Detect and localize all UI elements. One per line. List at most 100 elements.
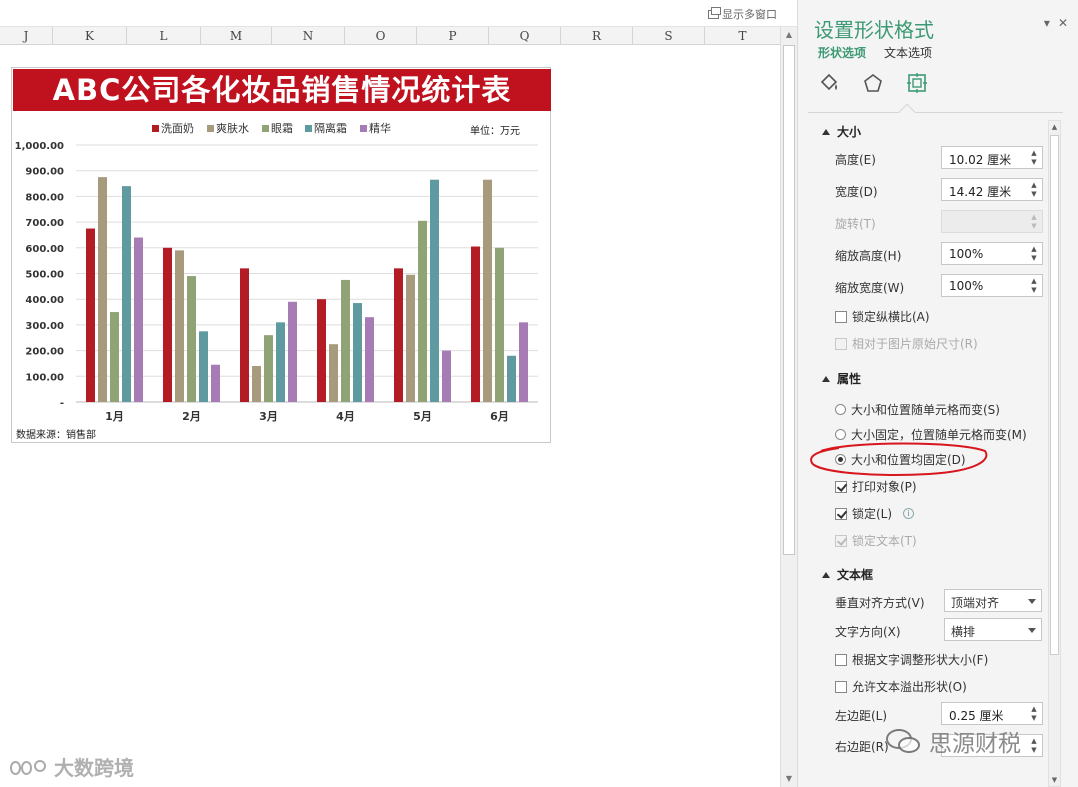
radio-dot[interactable] [835, 429, 846, 440]
y-tick-label: 200.00 [25, 347, 64, 358]
column-header-l[interactable]: L [127, 27, 201, 45]
spin-up-icon[interactable]: ▲ [1029, 149, 1039, 158]
spin-down-icon[interactable]: ▼ [1029, 158, 1039, 167]
size-section-header[interactable]: 大小 [822, 123, 861, 140]
bar [86, 228, 95, 402]
vertical-align-dropdown[interactable]: 顶端对齐 [944, 589, 1042, 612]
column-header-m[interactable]: M [201, 27, 272, 45]
column-header-q[interactable]: Q [489, 27, 561, 45]
bar [98, 177, 107, 402]
locked-checkbox[interactable]: 锁定(L) i [835, 505, 915, 522]
checkbox-box-checked[interactable] [835, 507, 847, 520]
column-header-o[interactable]: O [345, 27, 417, 45]
relative-original-label: 相对于图片原始尺寸(R) [852, 337, 978, 351]
spin-down-icon[interactable]: ▼ [1029, 714, 1039, 723]
tab-shape-options[interactable]: 形状选项 [818, 44, 866, 61]
column-header-k[interactable]: K [53, 27, 127, 45]
scale-width-value[interactable]: 100% [949, 279, 983, 293]
textbox-section-header[interactable]: 文本框 [822, 566, 873, 583]
dropdown-arrow-icon [1028, 599, 1036, 604]
scroll-down-arrow-icon[interactable]: ▼ [781, 771, 797, 787]
radio-dot[interactable] [835, 404, 846, 415]
spin-down-icon[interactable]: ▼ [1029, 254, 1039, 263]
scale-height-value[interactable]: 100% [949, 247, 983, 261]
width-value[interactable]: 14.42 厘米 [949, 183, 1011, 200]
rotation-spinner: ▲ ▼ [941, 210, 1043, 233]
bar [163, 247, 172, 402]
spin-up-icon[interactable]: ▲ [1029, 705, 1039, 714]
spin-down-icon[interactable]: ▼ [1029, 746, 1039, 755]
column-header-j[interactable]: J [0, 27, 53, 45]
scroll-thumb[interactable] [783, 45, 795, 555]
spreadsheet-area: 显示多窗口 J K L M N O P Q R S T ▲ ▼ ABC公司各化妆… [0, 0, 797, 787]
pane-menu-chevron-icon[interactable]: ▾ [1044, 16, 1050, 30]
bar [418, 220, 427, 402]
collapse-triangle-icon [822, 376, 830, 382]
scale-height-spinner[interactable]: 100% ▲ ▼ [941, 242, 1043, 265]
spin-up-icon[interactable]: ▲ [1029, 277, 1039, 286]
fill-bucket-icon[interactable] [818, 72, 840, 94]
lock-text-label: 锁定文本(T) [852, 534, 917, 548]
checkbox-box[interactable] [835, 653, 847, 666]
multi-window-button[interactable]: 显示多窗口 [708, 6, 777, 22]
info-icon[interactable]: i [903, 508, 915, 519]
radio-dont-move-or-size[interactable]: 大小和位置均固定(D) [835, 451, 966, 468]
properties-section-title: 属性 [837, 372, 862, 386]
pane-close-icon[interactable]: ✕ [1058, 16, 1068, 30]
scroll-up-arrow-icon[interactable]: ▲ [1049, 123, 1060, 131]
y-tick-label: 400.00 [25, 295, 64, 306]
tab-text-options[interactable]: 文本选项 [884, 44, 932, 61]
pane-separator [808, 112, 1063, 113]
bar [175, 250, 184, 402]
radio-move-size-with-cells[interactable]: 大小和位置随单元格而变(S) [835, 401, 1000, 418]
spin-up-icon[interactable]: ▲ [1029, 737, 1039, 746]
checkbox-box[interactable] [835, 680, 847, 693]
scroll-up-arrow-icon[interactable]: ▲ [781, 27, 797, 43]
pane-icon-tabs [818, 72, 928, 94]
chart-source-label: 数据来源：销售部 [16, 430, 96, 441]
pane-scroll-thumb[interactable] [1050, 135, 1059, 655]
radio-dot-selected[interactable] [835, 454, 846, 465]
column-header-s[interactable]: S [633, 27, 705, 45]
print-object-checkbox[interactable]: 打印对象(P) [835, 478, 917, 495]
column-header-p[interactable]: P [417, 27, 489, 45]
bar [134, 237, 143, 402]
checkbox-box-checked[interactable] [835, 480, 847, 493]
scale-width-spinner[interactable]: 100% ▲ ▼ [941, 274, 1043, 297]
scroll-down-arrow-icon[interactable]: ▼ [1049, 776, 1060, 784]
lock-text-checkbox: 锁定文本(T) [835, 532, 917, 549]
radio-move-not-size[interactable]: 大小固定，位置随单元格而变(M) [835, 426, 1027, 443]
legend-label: 洗面奶 [161, 121, 194, 135]
column-header-t[interactable]: T [705, 27, 780, 45]
width-spinner[interactable]: 14.42 厘米 ▲ ▼ [941, 178, 1043, 201]
left-margin-value[interactable]: 0.25 厘米 [949, 707, 1004, 724]
height-value[interactable]: 10.02 厘米 [949, 151, 1011, 168]
autofit-checkbox[interactable]: 根据文字调整形状大小(F) [835, 651, 988, 668]
allow-overflow-checkbox[interactable]: 允许文本溢出形状(O) [835, 678, 967, 695]
sheet-vertical-scrollbar[interactable]: ▲ ▼ [780, 27, 797, 787]
bar [211, 364, 220, 402]
pane-vertical-scrollbar[interactable]: ▲ ▼ [1048, 120, 1061, 787]
spin-down-icon[interactable]: ▼ [1029, 286, 1039, 295]
left-margin-spinner[interactable]: 0.25 厘米 ▲ ▼ [941, 702, 1043, 725]
watermark-left: 大数跨境 [8, 752, 134, 781]
autofit-label: 根据文字调整形状大小(F) [852, 653, 989, 667]
legend-label: 爽肤水 [216, 121, 249, 135]
checkbox-box[interactable] [835, 310, 847, 323]
lock-aspect-checkbox[interactable]: 锁定纵横比(A) [835, 308, 930, 325]
relative-original-checkbox: 相对于图片原始尺寸(R) [835, 335, 978, 352]
pentagon-icon[interactable] [862, 72, 884, 94]
column-header-r[interactable]: R [561, 27, 633, 45]
spin-up-icon[interactable]: ▲ [1029, 181, 1039, 190]
size-properties-icon[interactable] [906, 72, 928, 94]
height-spinner[interactable]: 10.02 厘米 ▲ ▼ [941, 146, 1043, 169]
spin-down-icon[interactable]: ▼ [1029, 190, 1039, 199]
properties-section-header[interactable]: 属性 [822, 370, 861, 387]
radio-label: 大小和位置随单元格而变(S) [851, 403, 1000, 417]
column-header-n[interactable]: N [272, 27, 345, 45]
spin-up-icon[interactable]: ▲ [1029, 245, 1039, 254]
bar [122, 186, 131, 402]
legend-label: 眼霜 [271, 122, 293, 135]
text-direction-dropdown[interactable]: 横排 [944, 618, 1042, 641]
chart-object[interactable]: ABC公司各化妆品销售情况统计表 -100.00 200.00 300.00 400.… [11, 67, 551, 443]
